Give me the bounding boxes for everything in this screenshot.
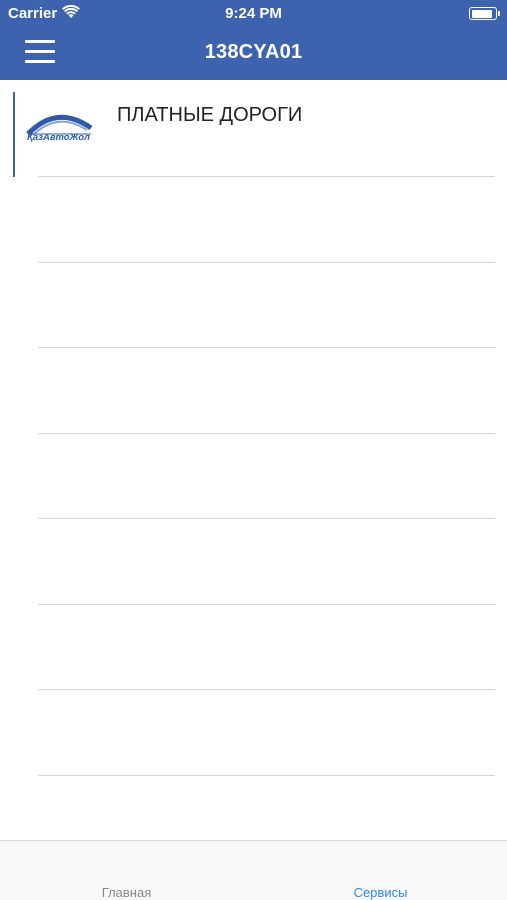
list-divider: [38, 347, 495, 348]
list-divider: [38, 262, 495, 263]
tab-home-label: Главная: [101, 885, 152, 900]
status-time: 9:24 PM: [225, 5, 282, 22]
services-list: ҚазАвтоЖол ПЛАТНЫЕ ДОРОГИ: [0, 80, 507, 840]
app-header: Carrier 9:24 PM 138CYA01: [0, 0, 507, 80]
service-item-toll-roads[interactable]: ҚазАвтоЖол ПЛАТНЫЕ ДОРОГИ: [0, 80, 507, 177]
tab-bar: Главная Сервисы: [0, 840, 507, 900]
tab-home[interactable]: Главная: [0, 841, 253, 900]
service-label: ПЛАТНЫЕ ДОРОГИ: [117, 104, 303, 126]
svg-text:ҚазАвтоЖол: ҚазАвтоЖол: [27, 132, 90, 143]
kazavtozhol-logo-icon: ҚазАвтоЖол: [26, 114, 93, 143]
list-divider: [38, 604, 495, 605]
list-divider: [38, 689, 495, 690]
tab-services-label: Сервисы: [353, 885, 408, 900]
list-divider: [38, 518, 495, 519]
list-divider: [38, 433, 495, 434]
status-bar: Carrier 9:24 PM: [0, 0, 507, 28]
page-title: 138CYA01: [204, 41, 303, 63]
tab-services[interactable]: Сервисы: [254, 841, 507, 900]
list-divider: [38, 775, 495, 776]
list-divider: [38, 176, 495, 177]
battery-icon: [469, 7, 500, 20]
